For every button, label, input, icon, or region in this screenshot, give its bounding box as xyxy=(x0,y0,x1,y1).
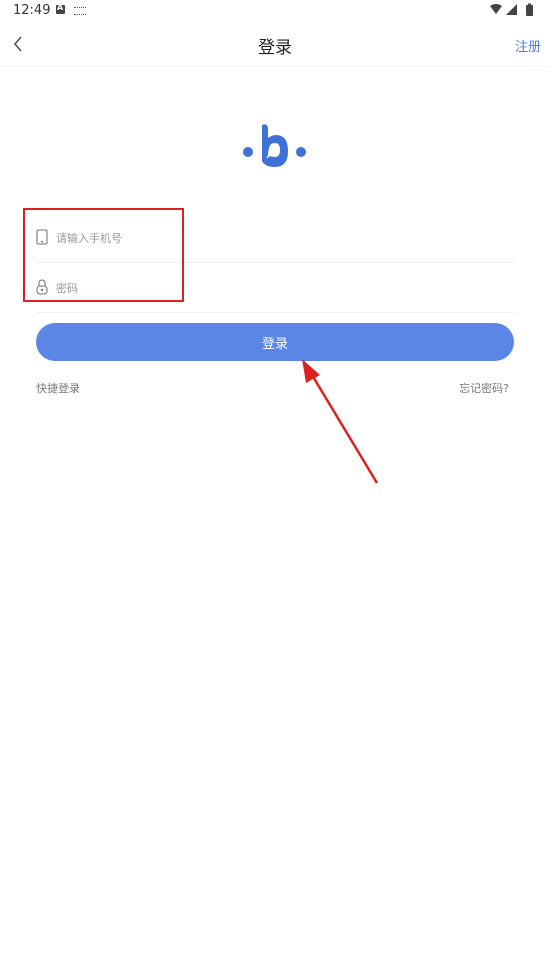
nav-header: 登录 注册 xyxy=(0,24,550,67)
battery-icon xyxy=(526,3,533,16)
keyboard-icon xyxy=(74,7,86,15)
app-logo xyxy=(243,124,306,167)
quick-login-link[interactable]: 快捷登录 xyxy=(36,380,80,396)
annotation-highlight-box xyxy=(23,208,184,302)
forgot-password-link[interactable]: 忘记密码? xyxy=(459,380,509,396)
page-title: 登录 xyxy=(258,38,292,58)
login-button[interactable]: 登录 xyxy=(36,323,514,361)
a-badge-icon xyxy=(56,3,65,14)
signal-icon xyxy=(506,4,517,15)
status-time: 12:49 xyxy=(13,3,51,18)
status-icons xyxy=(490,3,533,16)
annotation-arrow xyxy=(302,359,379,484)
wifi-icon xyxy=(490,4,502,14)
status-bar: 12:49 xyxy=(0,0,550,24)
register-link[interactable]: 注册 xyxy=(515,36,541,55)
